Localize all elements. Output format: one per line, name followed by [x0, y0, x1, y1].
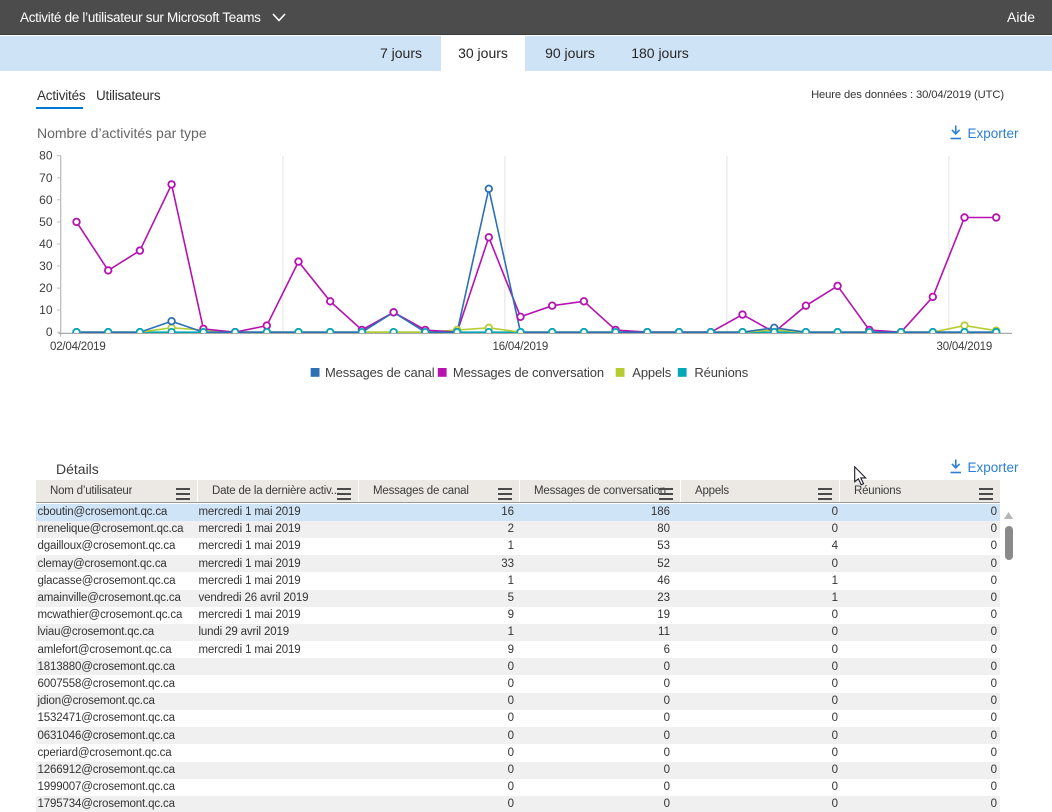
- svg-text:30/04/2019: 30/04/2019: [937, 341, 993, 353]
- svg-text:Appels: Appels: [632, 365, 671, 380]
- svg-text:Messages de conversation: Messages de conversation: [453, 365, 604, 380]
- svg-text:30: 30: [39, 259, 53, 273]
- svg-text:02/04/2019: 02/04/2019: [50, 341, 106, 353]
- svg-text:16/04/2019: 16/04/2019: [493, 341, 549, 353]
- svg-text:Messages de canal: Messages de canal: [325, 365, 435, 380]
- svg-text:0: 0: [46, 325, 53, 339]
- svg-text:70: 70: [39, 171, 53, 185]
- svg-text:50: 50: [39, 215, 53, 229]
- svg-text:80: 80: [39, 149, 53, 163]
- svg-text:Réunions: Réunions: [694, 365, 748, 380]
- svg-text:20: 20: [39, 281, 53, 295]
- svg-text:60: 60: [39, 193, 53, 207]
- svg-text:10: 10: [39, 303, 53, 317]
- svg-text:40: 40: [39, 237, 53, 251]
